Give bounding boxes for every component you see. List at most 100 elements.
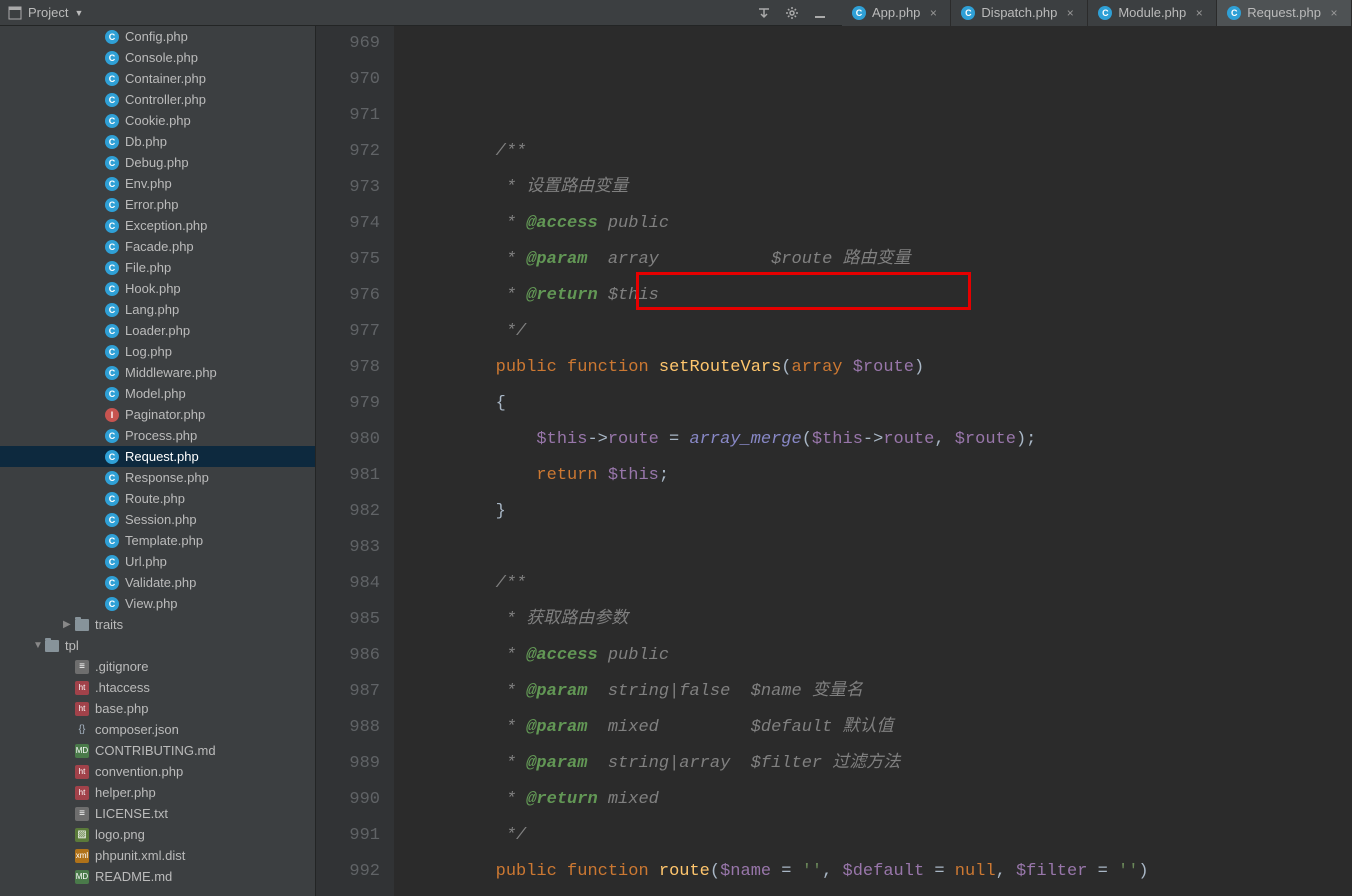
project-dropdown[interactable]: Project ▼ [0,0,91,25]
tree-label: logo.png [95,827,145,842]
code-line[interactable]: public function route($name = '', $defau… [414,854,1352,890]
chevron-down-icon[interactable]: ▼ [33,640,45,651]
config-file-icon: ht [75,786,89,800]
tree-item-lang-php[interactable]: CLang.php [0,299,315,320]
code-line[interactable] [414,530,1352,566]
tree-item-traits[interactable]: ▶traits [0,614,315,635]
tab-request-php[interactable]: CRequest.php× [1217,0,1352,26]
line-number: 972 [324,134,380,170]
code-line[interactable]: * @param array $route 路由变量 [414,242,1352,278]
tree-item-tpl[interactable]: ▼ tpl [0,635,315,656]
close-icon[interactable]: × [926,6,940,20]
folder-icon [45,640,59,652]
code-line[interactable]: */ [414,314,1352,350]
tree-item-license-txt[interactable]: ≡LICENSE.txt [0,803,315,824]
tree-item-file-php[interactable]: CFile.php [0,257,315,278]
php-file-icon: C [105,513,119,527]
code-line[interactable]: * @access public [414,206,1352,242]
code-line[interactable]: } [414,494,1352,530]
php-file-icon: C [105,240,119,254]
tree-item-phpunit-xml-dist[interactable]: xmlphpunit.xml.dist [0,845,315,866]
tree-item--htaccess[interactable]: ht.htaccess [0,677,315,698]
tab-label: Request.php [1247,5,1321,20]
tree-item-debug-php[interactable]: CDebug.php [0,152,315,173]
code-area[interactable]: /** * 设置路由变量 * @access public * @param a… [394,26,1352,896]
tree-item-db-php[interactable]: CDb.php [0,131,315,152]
code-line[interactable]: * @access public [414,638,1352,674]
tree-item-hook-php[interactable]: CHook.php [0,278,315,299]
tab-dispatch-php[interactable]: CDispatch.php× [951,0,1088,26]
tree-item-model-php[interactable]: CModel.php [0,383,315,404]
tree-item-exception-php[interactable]: CException.php [0,215,315,236]
close-icon[interactable]: × [1063,6,1077,20]
tree-item-base-php[interactable]: htbase.php [0,698,315,719]
close-icon[interactable]: × [1192,6,1206,20]
code-line[interactable]: * @param mixed $default 默认值 [414,710,1352,746]
minimize-icon[interactable] [812,5,828,21]
code-line[interactable]: * @return $this [414,278,1352,314]
tree-item-composer-json[interactable]: {}composer.json [0,719,315,740]
code-line[interactable]: { [414,890,1352,896]
code-line[interactable]: /** [414,134,1352,170]
tree-item--gitignore[interactable]: ≡.gitignore [0,656,315,677]
tree-item-template-php[interactable]: CTemplate.php [0,530,315,551]
tree-item-helper-php[interactable]: hthelper.php [0,782,315,803]
php-file-icon: C [1098,6,1112,20]
tree-label: Facade.php [125,239,194,254]
code-line[interactable]: * @param string|false $name 变量名 [414,674,1352,710]
tree-item-request-php[interactable]: CRequest.php [0,446,315,467]
tab-app-php[interactable]: CApp.php× [842,0,951,26]
php-file-icon: C [105,198,119,212]
code-line[interactable]: * 获取路由参数 [414,602,1352,638]
tree-item-logo-png[interactable]: ▨logo.png [0,824,315,845]
project-tree[interactable]: CConfig.phpCConsole.phpCContainer.phpCCo… [0,26,316,896]
php-file-icon: C [105,261,119,275]
code-line[interactable]: * 设置路由变量 [414,170,1352,206]
tree-item-middleware-php[interactable]: CMiddleware.php [0,362,315,383]
tree-item-view-php[interactable]: CView.php [0,593,315,614]
gear-icon[interactable] [784,5,800,21]
php-file-icon: C [961,6,975,20]
tree-item-console-php[interactable]: CConsole.php [0,47,315,68]
code-line[interactable]: return $this; [414,458,1352,494]
tree-label: Env.php [125,176,172,191]
tree-item-url-php[interactable]: CUrl.php [0,551,315,572]
chevron-right-icon[interactable]: ▶ [63,619,75,630]
tree-item-validate-php[interactable]: CValidate.php [0,572,315,593]
line-number: 971 [324,98,380,134]
tab-module-php[interactable]: CModule.php× [1088,0,1217,26]
code-line[interactable]: $this->route = array_merge($this->route,… [414,422,1352,458]
tree-item-facade-php[interactable]: C Facade.php [0,236,315,257]
tree-label: tpl [65,638,79,653]
close-icon[interactable]: × [1327,6,1341,20]
tree-item-response-php[interactable]: CResponse.php [0,467,315,488]
tree-item-loader-php[interactable]: CLoader.php [0,320,315,341]
tree-item-readme-md[interactable]: MDREADME.md [0,866,315,887]
php-file-icon: C [105,492,119,506]
tree-item-process-php[interactable]: CProcess.php [0,425,315,446]
tree-item-container-php[interactable]: CContainer.php [0,68,315,89]
tree-item-session-php[interactable]: CSession.php [0,509,315,530]
tree-item-contributing-md[interactable]: MDCONTRIBUTING.md [0,740,315,761]
php-file-icon: C [105,555,119,569]
tree-item-env-php[interactable]: CEnv.php [0,173,315,194]
collapse-icon[interactable] [756,5,772,21]
project-icon [8,6,22,20]
tree-item-config-php[interactable]: CConfig.php [0,26,315,47]
code-line[interactable]: { [414,386,1352,422]
tree-item-controller-php[interactable]: CController.php [0,89,315,110]
tree-item-route-php[interactable]: CRoute.php [0,488,315,509]
code-line[interactable]: /** [414,566,1352,602]
code-line[interactable]: * @return mixed [414,782,1352,818]
code-line[interactable]: public function setRouteVars(array $rout… [414,350,1352,386]
tree-item-paginator-php[interactable]: IPaginator.php [0,404,315,425]
tree-item-error-php[interactable]: CError.php [0,194,315,215]
tree-item-convention-php[interactable]: htconvention.php [0,761,315,782]
code-line[interactable]: * @param string|array $filter 过滤方法 [414,746,1352,782]
tree-item-cookie-php[interactable]: CCookie.php [0,110,315,131]
line-number: 969 [324,26,380,62]
code-editor[interactable]: 9699709719729739749759769779789799809819… [316,26,1352,896]
code-line[interactable]: */ [414,818,1352,854]
config-file-icon: ht [75,681,89,695]
tree-item-log-php[interactable]: CLog.php [0,341,315,362]
